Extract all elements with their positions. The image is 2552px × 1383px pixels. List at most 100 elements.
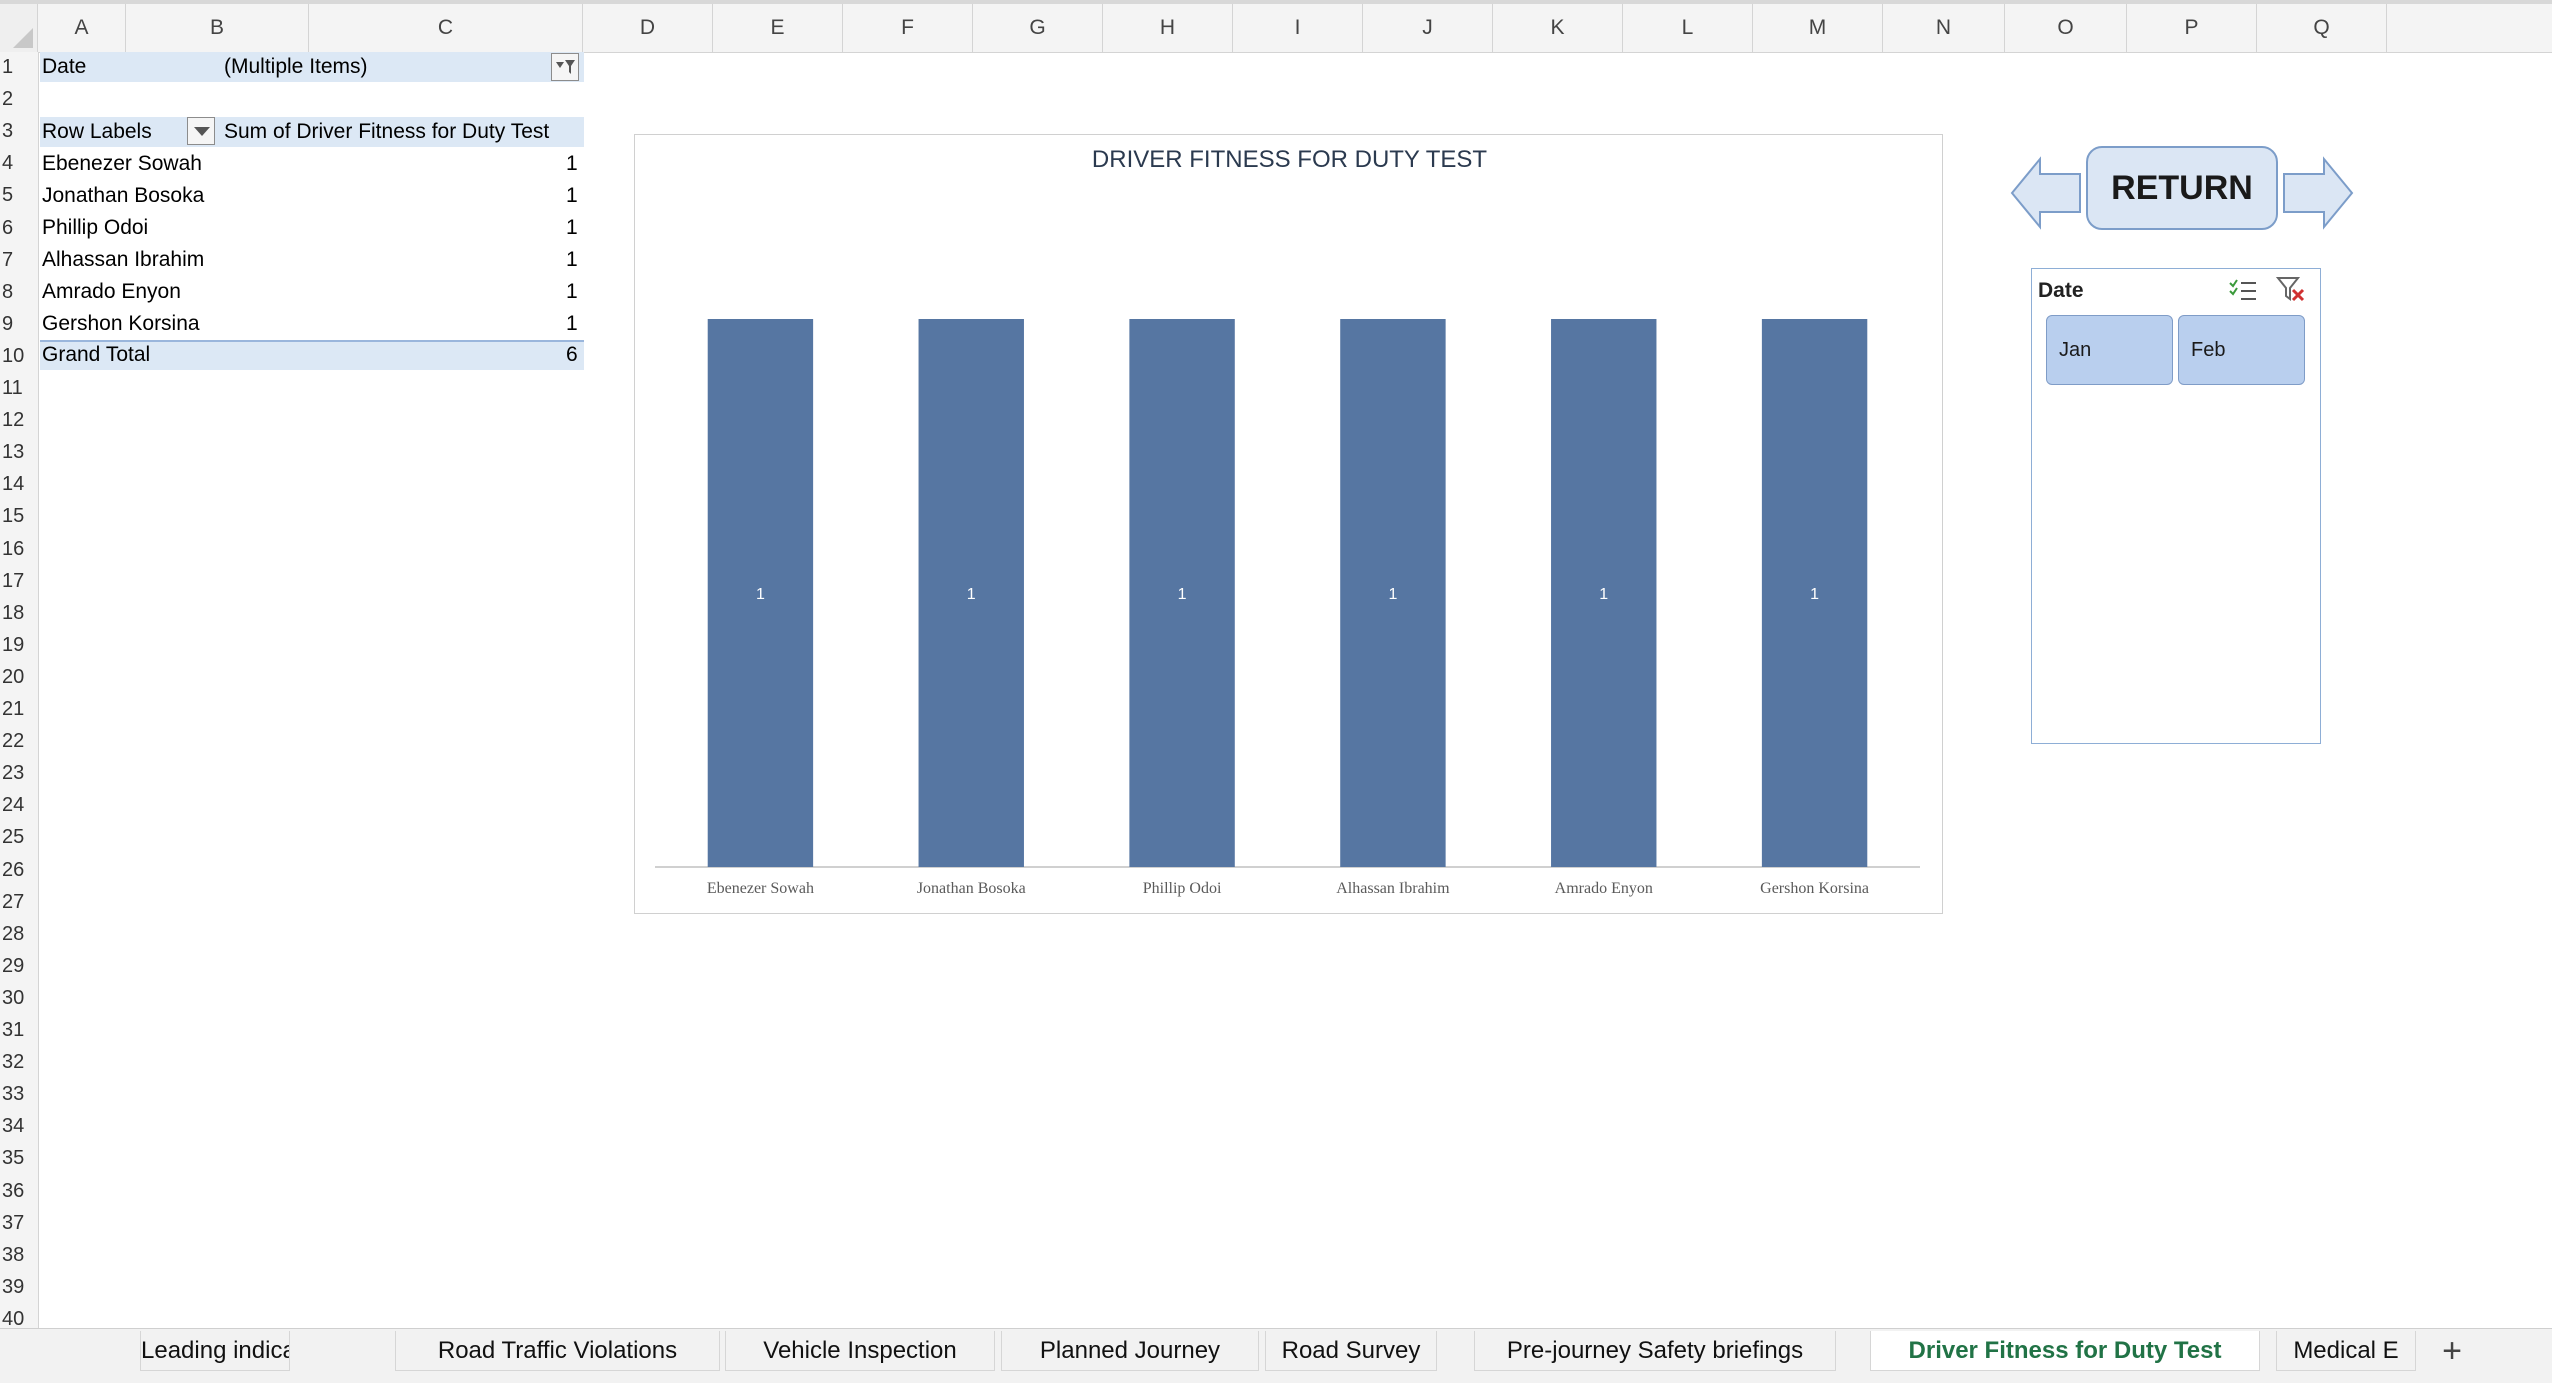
- column-header-g[interactable]: G: [973, 4, 1103, 52]
- row-header-23[interactable]: 23: [0, 762, 38, 785]
- row-header-33[interactable]: 33: [0, 1083, 38, 1106]
- row-header-3[interactable]: 3: [0, 120, 38, 143]
- sheet-tab[interactable]: Road Traffic Violations: [395, 1331, 720, 1371]
- pivot-row-value: 1: [566, 152, 578, 175]
- row-header-28[interactable]: 28: [0, 923, 38, 946]
- row-header-32[interactable]: 32: [0, 1051, 38, 1074]
- row-header-1[interactable]: 1: [0, 56, 38, 79]
- row-header-36[interactable]: 36: [0, 1180, 38, 1203]
- chart-canvas: DRIVER FITNESS FOR DUTY TEST 1 Ebenezer So…: [655, 146, 1920, 897]
- row-header-21[interactable]: 21: [0, 698, 38, 721]
- row-header-34[interactable]: 34: [0, 1115, 38, 1138]
- column-header-h[interactable]: H: [1103, 4, 1233, 52]
- column-header-n[interactable]: N: [1883, 4, 2005, 52]
- row-header-12[interactable]: 12: [0, 409, 38, 432]
- row-header-9[interactable]: 9: [0, 313, 38, 336]
- column-header-p[interactable]: P: [2127, 4, 2257, 52]
- date-slicer[interactable]: Date Jan Feb: [2031, 268, 2321, 744]
- chart-title: DRIVER FITNESS FOR DUTY TEST: [1092, 146, 1487, 173]
- row-header-bar: 1 2 3 4 5 6 7 8 9 10 11 12 13 14 15 16 17 18 19 20 21 22 23 24 2…: [0, 52, 39, 1328]
- row-header-29[interactable]: 29: [0, 955, 38, 978]
- row-header-18[interactable]: 18: [0, 602, 38, 625]
- column-header-q[interactable]: Q: [2257, 4, 2387, 52]
- pivot-row-label: Alhassan Ibrahim: [42, 248, 205, 271]
- column-header-k[interactable]: K: [1493, 4, 1623, 52]
- return-button[interactable]: RETURN: [2086, 146, 2278, 230]
- sheet-tab[interactable]: Pre-journey Safety briefings: [1474, 1331, 1836, 1371]
- column-header-b[interactable]: B: [126, 4, 309, 52]
- pivot-row-value: 1: [566, 216, 578, 239]
- column-header-f[interactable]: F: [843, 4, 973, 52]
- column-header-o[interactable]: O: [2005, 4, 2127, 52]
- right-arrow-icon[interactable]: [2282, 156, 2354, 230]
- select-all-corner[interactable]: [0, 4, 38, 52]
- slicer-item-feb[interactable]: Feb: [2178, 315, 2305, 385]
- row-labels-dropdown-button[interactable]: [187, 117, 215, 145]
- row-header-16[interactable]: 16: [0, 538, 38, 561]
- row-header-13[interactable]: 13: [0, 441, 38, 464]
- x-tick-label: Phillip Odoi: [1143, 880, 1222, 897]
- left-arrow-icon[interactable]: [2010, 156, 2082, 230]
- row-header-35[interactable]: 35: [0, 1147, 38, 1170]
- pivot-row-label: Gershon Korsina: [42, 312, 200, 335]
- pivot-row-value: 1: [566, 280, 578, 303]
- row-header-11[interactable]: 11: [0, 377, 38, 400]
- sheet-tab[interactable]: Planned Journey: [1001, 1331, 1259, 1371]
- column-header-d[interactable]: D: [583, 4, 713, 52]
- slicer-title: Date: [2038, 279, 2084, 302]
- column-header-c[interactable]: C: [309, 4, 583, 52]
- sheet-tab[interactable]: Medical E: [2276, 1331, 2416, 1371]
- x-tick-label: Gershon Korsina: [1760, 880, 1869, 897]
- column-header-j[interactable]: J: [1363, 4, 1493, 52]
- column-header-l[interactable]: L: [1623, 4, 1753, 52]
- column-header-bar: ABCDEFGHIJKLMNOPQ: [0, 0, 2552, 53]
- row-header-19[interactable]: 19: [0, 634, 38, 657]
- column-header-m[interactable]: M: [1753, 4, 1883, 52]
- row-header-24[interactable]: 24: [0, 794, 38, 817]
- grand-total-label: Grand Total: [42, 343, 151, 366]
- pivot-row-label: Amrado Enyon: [42, 280, 181, 303]
- pivot-filter-label: Date: [42, 55, 87, 78]
- sheet-tab[interactable]: Road Survey: [1265, 1331, 1437, 1371]
- row-header-37[interactable]: 37: [0, 1212, 38, 1235]
- row-header-2[interactable]: 2: [0, 88, 38, 111]
- row-header-30[interactable]: 30: [0, 987, 38, 1010]
- row-header-8[interactable]: 8: [0, 281, 38, 304]
- row-header-4[interactable]: 4: [0, 152, 38, 175]
- column-header-a[interactable]: A: [38, 4, 126, 52]
- row-header-38[interactable]: 38: [0, 1244, 38, 1267]
- row-header-5[interactable]: 5: [0, 184, 38, 207]
- row-header-25[interactable]: 25: [0, 826, 38, 849]
- row-header-27[interactable]: 27: [0, 891, 38, 914]
- sheet-tab[interactable]: Driver Fitness for Duty Test: [1870, 1331, 2260, 1371]
- row-header-7[interactable]: 7: [0, 249, 38, 272]
- clear-filter-icon[interactable]: [2276, 275, 2306, 303]
- chart-data-label: 1: [1178, 586, 1187, 603]
- sheet-tab[interactable]: Vehicle Inspection: [725, 1331, 995, 1371]
- row-header-15[interactable]: 15: [0, 505, 38, 528]
- row-header-17[interactable]: 17: [0, 570, 38, 593]
- bar-chart[interactable]: DRIVER FITNESS FOR DUTY TEST 1 Ebenezer So…: [634, 134, 1943, 914]
- row-header-22[interactable]: 22: [0, 730, 38, 753]
- column-header-e[interactable]: E: [713, 4, 843, 52]
- row-header-20[interactable]: 20: [0, 666, 38, 689]
- chart-data-label: 1: [756, 586, 765, 603]
- slicer-item-jan[interactable]: Jan: [2046, 315, 2173, 385]
- filter-dropdown-button[interactable]: [551, 53, 579, 81]
- row-header-6[interactable]: 6: [0, 217, 38, 240]
- row-header-10[interactable]: 10: [0, 345, 38, 368]
- column-header-i[interactable]: I: [1233, 4, 1363, 52]
- pivot-row-value: 1: [566, 312, 578, 335]
- row-header-31[interactable]: 31: [0, 1019, 38, 1042]
- row-header-40[interactable]: 40: [0, 1308, 38, 1328]
- multi-select-icon[interactable]: [2228, 277, 2258, 303]
- x-tick-label: Amrado Enyon: [1555, 880, 1653, 897]
- row-header-39[interactable]: 39: [0, 1276, 38, 1299]
- sheet-tab[interactable]: Leading indicators: [140, 1331, 290, 1371]
- sheet-tab-bar: Leading indicators Road Traffic Violation…: [0, 1328, 2552, 1383]
- row-header-26[interactable]: 26: [0, 859, 38, 882]
- add-sheet-button[interactable]: +: [2432, 1331, 2472, 1371]
- row-header-14[interactable]: 14: [0, 473, 38, 496]
- pivot-filter-value: (Multiple Items): [224, 55, 368, 78]
- row-labels-header: Row Labels: [42, 120, 152, 143]
